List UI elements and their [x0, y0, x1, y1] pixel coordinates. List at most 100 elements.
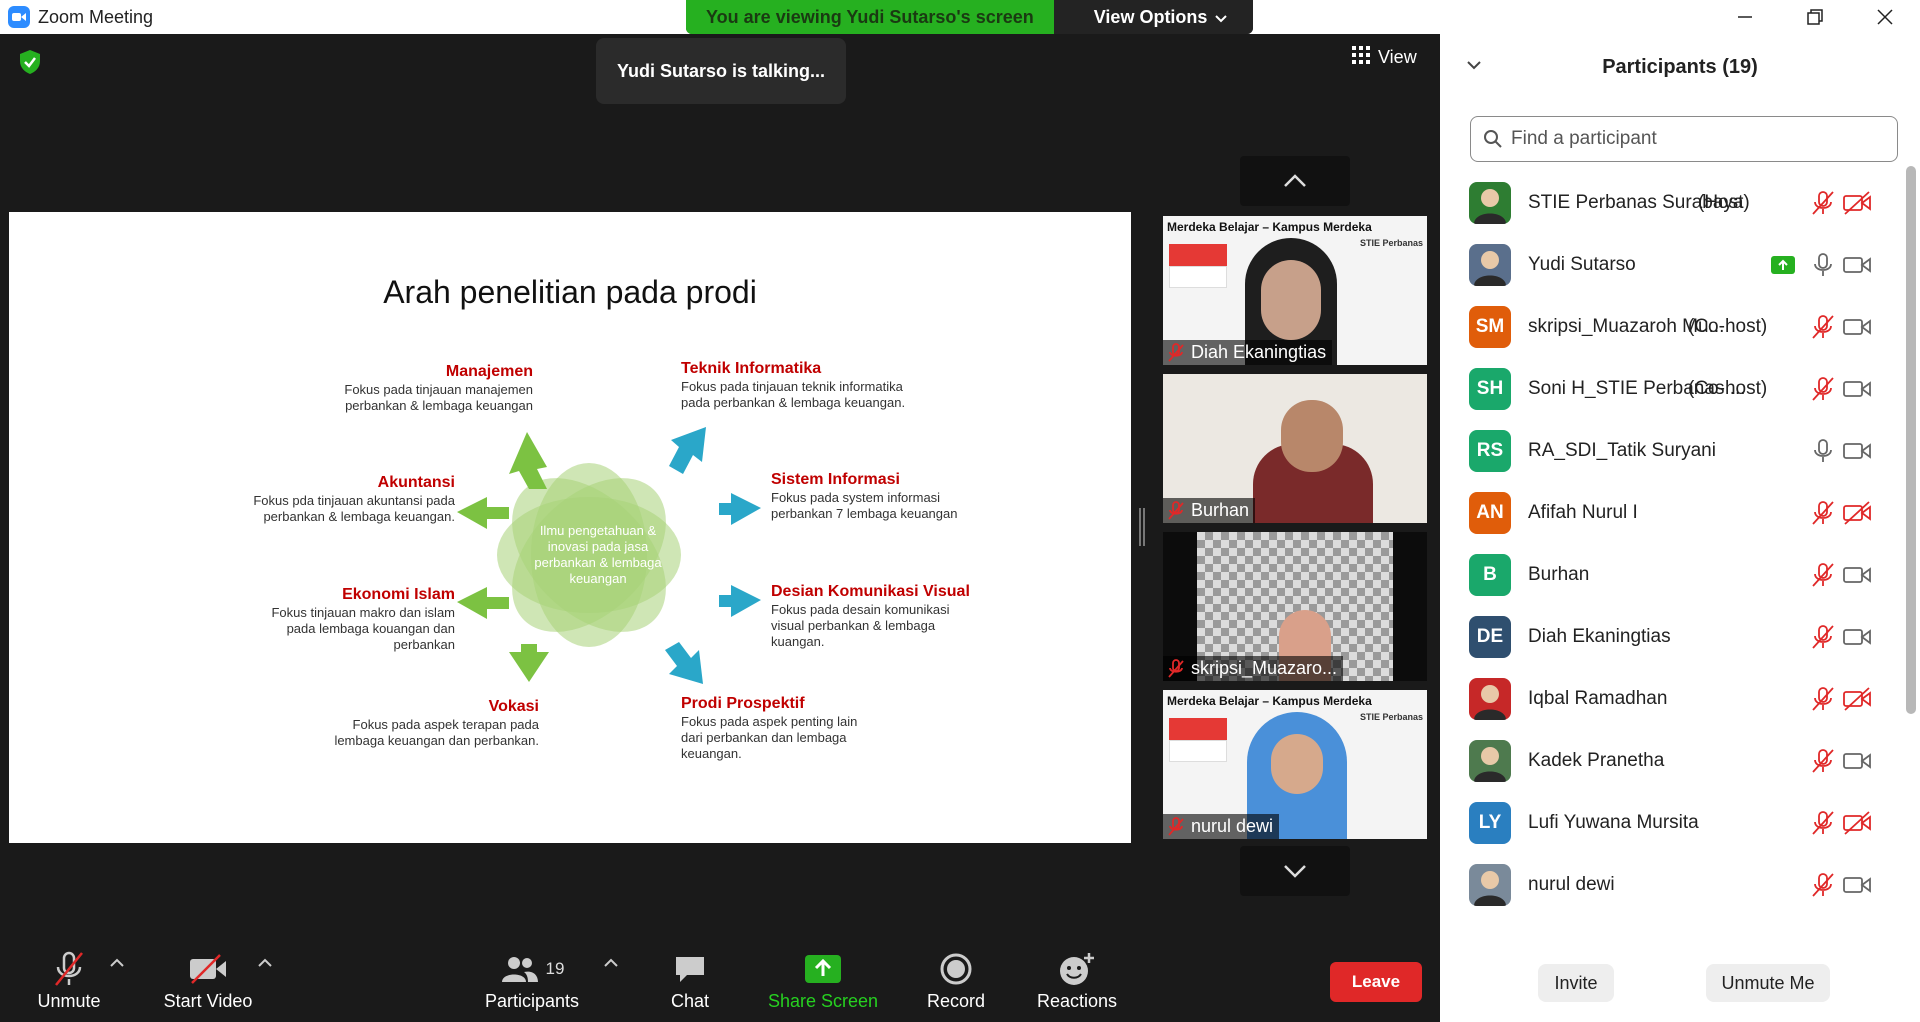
participant-row[interactable]: nurul dewi: [1440, 854, 1900, 916]
topic-manajemen: Manajemen Fokus pada tinjauan manajemen …: [309, 362, 533, 414]
avatar-photo-icon: [1474, 189, 1506, 224]
participant-row[interactable]: SH Soni H_STIE Perbanas ... (Co-host): [1440, 358, 1900, 420]
video-thumbnail[interactable]: Burhan: [1163, 374, 1427, 523]
thumbnails-scroll-up-button[interactable]: [1240, 156, 1350, 206]
mic-muted-icon: [1168, 500, 1184, 520]
thumbnail-name-tag: Burhan: [1163, 498, 1256, 523]
thumbnail-logo-text: STIE Perbanas: [1359, 712, 1423, 722]
close-button[interactable]: [1850, 0, 1920, 34]
record-button[interactable]: Record: [918, 938, 994, 1022]
video-off-icon[interactable]: [1842, 686, 1872, 712]
audio-options-caret[interactable]: [110, 954, 124, 972]
topic-desc: Fokus pada aspek terapan pada lembaga ke…: [334, 717, 539, 748]
meeting-window: Zoom Meeting You are viewing Yudi Sutars…: [0, 0, 1440, 1022]
video-options-caret[interactable]: [258, 954, 272, 972]
topic-desc: Fokus pada tinjauan teknik informatika p…: [681, 379, 906, 410]
unmute-button[interactable]: Unmute: [28, 938, 110, 1022]
arrow-vokasi: [509, 644, 549, 682]
participant-role: (Co-host): [1688, 316, 1768, 337]
view-options-button[interactable]: View Options: [1053, 0, 1254, 34]
mic-muted-icon[interactable]: [1810, 376, 1836, 402]
unmute-me-button[interactable]: Unmute Me: [1706, 964, 1830, 1002]
grid-icon: [1352, 46, 1370, 69]
participant-row[interactable]: B Burhan: [1440, 544, 1900, 606]
mic-muted-icon[interactable]: [1810, 562, 1836, 588]
video-icon[interactable]: [1842, 748, 1872, 774]
window-title: Zoom Meeting: [38, 6, 154, 27]
participants-count: 19: [545, 959, 565, 978]
mic-muted-icon[interactable]: [1810, 314, 1836, 340]
participant-row[interactable]: AN Afifah Nurul I: [1440, 482, 1900, 544]
video-icon[interactable]: [1842, 438, 1872, 464]
topic-desc: Fokus pada system informasi perbankan 7 …: [771, 490, 958, 521]
topic-teknik-informatika: Teknik Informatika Fokus pada tinjauan t…: [681, 359, 931, 411]
start-video-button[interactable]: Start Video: [160, 938, 256, 1022]
leave-button[interactable]: Leave: [1330, 962, 1422, 1002]
chat-label: Chat: [670, 991, 710, 1011]
video-icon[interactable]: [1842, 624, 1872, 650]
mic-icon[interactable]: [1810, 438, 1836, 464]
participant-row[interactable]: Iqbal Ramadhan: [1440, 668, 1900, 730]
video-icon[interactable]: [1842, 252, 1872, 278]
person-face: [1271, 734, 1323, 794]
video-thumbnail[interactable]: skripsi_Muazaro...: [1163, 532, 1427, 681]
video-icon[interactable]: [1842, 314, 1872, 340]
restore-button[interactable]: [1780, 0, 1850, 34]
participant-search-input[interactable]: [1511, 128, 1881, 150]
view-layout-button[interactable]: View: [1352, 46, 1417, 69]
participant-row[interactable]: STIE Perbanas Surabaya (Host): [1440, 172, 1900, 234]
video-thumbnail[interactable]: Merdeka Belajar – Kampus Merdeka STIE Pe…: [1163, 216, 1427, 365]
mic-muted-icon[interactable]: [1810, 810, 1836, 836]
participant-role: (Host): [1698, 192, 1750, 213]
video-icon[interactable]: [1842, 376, 1872, 402]
start-video-label: Start Video: [163, 991, 253, 1011]
participant-search-box[interactable]: [1470, 116, 1898, 162]
chat-button[interactable]: Chat: [660, 938, 720, 1022]
arrow-dkv: [719, 585, 761, 617]
participant-name: Lufi Yuwana Mursita: [1528, 812, 1699, 833]
avatar-photo-icon: [1474, 251, 1506, 286]
participant-row[interactable]: LY Lufi Yuwana Mursita: [1440, 792, 1900, 854]
mic-muted-icon[interactable]: [1810, 500, 1836, 526]
reactions-button[interactable]: Reactions: [1030, 938, 1124, 1022]
topic-dkv: Desian Komunikasi Visual Fokus pada desa…: [771, 582, 981, 650]
mic-muted-icon[interactable]: [1810, 686, 1836, 712]
participant-avatar: SH: [1469, 368, 1511, 410]
mic-icon[interactable]: [1810, 252, 1836, 278]
video-icon[interactable]: [1842, 872, 1872, 898]
mic-muted-icon[interactable]: [1810, 190, 1836, 216]
thumbnail-header: Merdeka Belajar – Kampus Merdeka: [1167, 694, 1372, 708]
meeting-toolbar: Unmute Start Video 19 Participants Chat …: [0, 938, 1440, 1022]
splitter-handle[interactable]: [1139, 508, 1145, 546]
participants-options-caret[interactable]: [604, 954, 618, 972]
minimize-button[interactable]: [1710, 0, 1780, 34]
share-screen-button[interactable]: Share Screen: [762, 938, 884, 1022]
share-screen-icon: [804, 947, 842, 991]
participant-row[interactable]: Kadek Pranetha: [1440, 730, 1900, 792]
participant-row[interactable]: DE Diah Ekaningtias: [1440, 606, 1900, 668]
participant-row[interactable]: RS RA_SDI_Tatik Suryani: [1440, 420, 1900, 482]
video-off-icon[interactable]: [1842, 500, 1872, 526]
participant-list-scrollbar[interactable]: [1906, 166, 1916, 714]
video-off-icon[interactable]: [1842, 190, 1872, 216]
thumbnails-scroll-down-button[interactable]: [1240, 846, 1350, 896]
encryption-shield-icon[interactable]: [16, 48, 44, 76]
video-thumbnail[interactable]: Merdeka Belajar – Kampus Merdeka STIE Pe…: [1163, 690, 1427, 839]
participant-name: Burhan: [1191, 500, 1250, 520]
record-label: Record: [926, 991, 986, 1011]
participants-button[interactable]: 19 Participants: [482, 938, 582, 1022]
video-off-icon[interactable]: [1842, 810, 1872, 836]
mic-muted-icon[interactable]: [1810, 748, 1836, 774]
video-icon[interactable]: [1842, 562, 1872, 588]
flag-white: [1169, 266, 1227, 288]
participant-avatar: [1469, 864, 1511, 906]
participant-row[interactable]: SM skripsi_Muazaroh Mu... (Co-host): [1440, 296, 1900, 358]
viewing-banner-text: You are viewing Yudi Sutarso's screen: [686, 0, 1054, 34]
participant-row[interactable]: Yudi Sutarso: [1440, 234, 1900, 296]
invite-button[interactable]: Invite: [1538, 964, 1614, 1002]
reactions-smiley-icon: [1058, 947, 1096, 991]
person-face: [1281, 400, 1343, 472]
mic-muted-icon[interactable]: [1810, 872, 1836, 898]
share-screen-label: Share Screen: [767, 991, 879, 1011]
mic-muted-icon[interactable]: [1810, 624, 1836, 650]
